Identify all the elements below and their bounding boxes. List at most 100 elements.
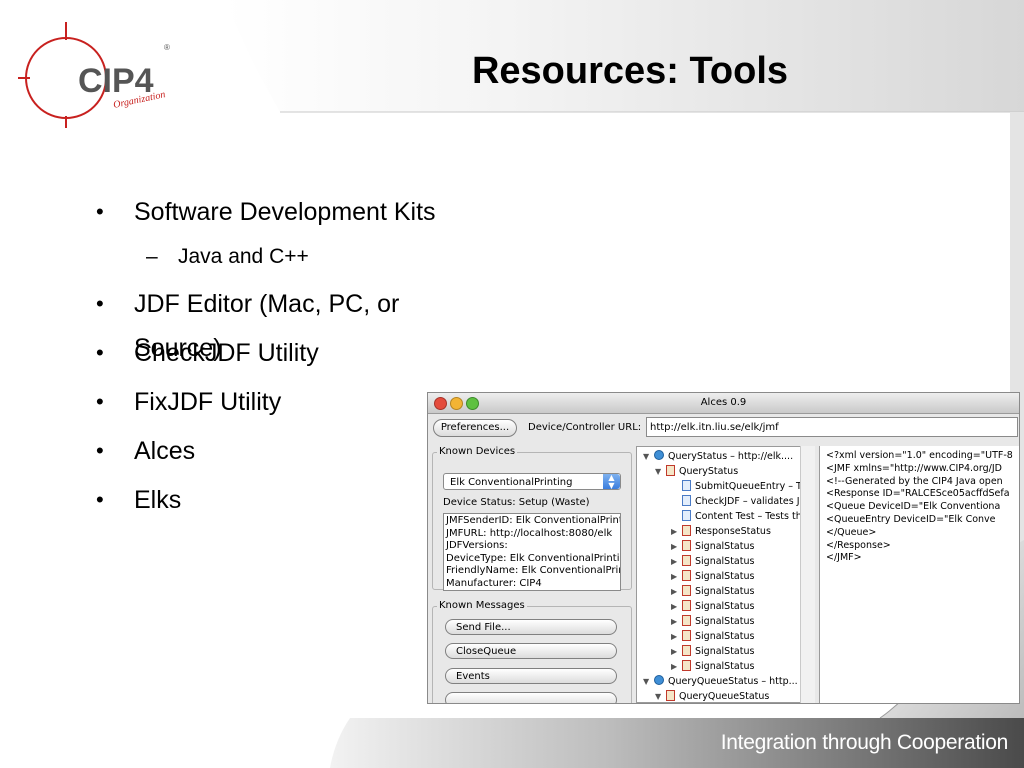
- message-doc-icon: [666, 465, 675, 476]
- tree-row-label: SignalStatus: [695, 541, 755, 552]
- preferences-button[interactable]: Preferences...: [433, 419, 517, 437]
- device-info-line: JMFSenderID: Elk ConventionalPrint: [446, 515, 621, 526]
- tree-row[interactable]: ▶ SignalStatus: [671, 584, 754, 599]
- globe-icon: [654, 675, 664, 685]
- xml-line: <Queue DeviceID="Elk Conventiona: [826, 501, 1001, 513]
- tree-row[interactable]: ▶ SignalStatus: [671, 629, 754, 644]
- disclosure-right-icon[interactable]: ▶: [671, 629, 682, 644]
- window-toolbar: Preferences... Device/Controller URL: ht…: [428, 414, 1019, 442]
- bullet-text: Software Development Kits: [134, 198, 436, 226]
- tree-row-label: SignalStatus: [695, 556, 755, 567]
- device-select-value: Elk ConventionalPrinting: [450, 477, 573, 488]
- tree-row[interactable]: ▶ SignalStatus: [671, 614, 754, 629]
- device-info-box[interactable]: JMFSenderID: Elk ConventionalPrint JMFUR…: [443, 513, 621, 591]
- tree-row[interactable]: CheckJDF – validates JI: [671, 494, 802, 509]
- bullet-symbol: •: [96, 438, 104, 463]
- bullet-symbol: •: [96, 487, 104, 512]
- close-queue-button[interactable]: CloseQueue: [445, 643, 617, 659]
- tree-row[interactable]: ▼ QueryStatus: [655, 464, 738, 479]
- disclosure-right-icon[interactable]: ▶: [671, 554, 682, 569]
- tree-row[interactable]: ▶ SignalStatus: [671, 539, 754, 554]
- tree-row[interactable]: ▶ ResponseStatus: [671, 524, 771, 539]
- tree-row[interactable]: ▶ SignalStatus: [671, 554, 754, 569]
- tree-row-label: CheckJDF – validates JI: [695, 496, 803, 507]
- checklist-icon: [682, 495, 691, 506]
- bullet-text: CheckJDF Utility: [134, 339, 319, 367]
- tree-row-label: SignalStatus: [695, 661, 755, 672]
- left-panel: Known Devices Elk ConventionalPrinting ▲…: [432, 446, 632, 703]
- tree-row[interactable]: Content Test – Tests th: [671, 509, 802, 524]
- tree-row[interactable]: ▼ QueryQueueStatus – http...: [643, 674, 798, 689]
- disclosure-right-icon[interactable]: ▶: [671, 584, 682, 599]
- tree-row[interactable]: ▼ QueryQueueStatus: [655, 689, 770, 702]
- disclosure-down-icon[interactable]: ▼: [655, 689, 666, 702]
- tree-row[interactable]: ▶ SignalStatus: [671, 599, 754, 614]
- bullet-symbol: •: [96, 291, 104, 316]
- xml-view[interactable]: <?xml version="1.0" encoding="UTF-8 <JMF…: [819, 446, 1019, 703]
- tree-row[interactable]: SubmitQueueEntry – Te: [671, 479, 806, 494]
- message-doc-icon: [682, 615, 691, 626]
- bullet-item: • FixJDF Utility: [96, 380, 456, 429]
- disclosure-right-icon[interactable]: ▶: [671, 599, 682, 614]
- bullet-symbol: •: [96, 199, 104, 224]
- disclosure-down-icon[interactable]: ▼: [643, 449, 654, 464]
- device-status: Device Status: Setup (Waste): [443, 497, 590, 508]
- disclosure-right-icon[interactable]: ▶: [671, 524, 682, 539]
- sub-bullet-symbol: –: [146, 245, 158, 268]
- message-doc-icon: [682, 525, 691, 536]
- tree-row-label: SignalStatus: [695, 631, 755, 642]
- tree-row[interactable]: ▶ SignalStatus: [671, 569, 754, 584]
- disclosure-down-icon[interactable]: ▼: [643, 674, 654, 689]
- xml-line: </Queue>: [826, 526, 877, 538]
- tree-row[interactable]: ▶ SignalStatus: [671, 644, 754, 659]
- bullet-item: • Elks: [96, 478, 456, 527]
- message-doc-icon: [682, 600, 691, 611]
- device-info-line: Manufacturer: CIP4: [446, 577, 542, 589]
- disclosure-right-icon[interactable]: ▶: [671, 614, 682, 629]
- tree-row-label: QueryStatus: [679, 466, 739, 477]
- send-file-button[interactable]: Send File...: [445, 619, 617, 635]
- xml-line: <Response ID="RALCESce05acffdSefa: [826, 488, 1010, 500]
- message-button[interactable]: [445, 692, 617, 703]
- tree-row[interactable]: ▶ SignalStatus: [671, 659, 754, 674]
- device-info-line: JMFURL: http://localhost:8080/elk: [446, 527, 613, 539]
- device-info-line: JDFVersions:: [446, 540, 508, 552]
- xml-line: </JMF>: [826, 552, 862, 564]
- tree-row[interactable]: ▼ QueryStatus – http://elk....: [643, 449, 793, 464]
- bullet-item: • Alces: [96, 429, 456, 478]
- device-info-line: FriendlyName: Elk ConventionalPrir: [446, 565, 621, 577]
- bullet-text: FixJDF Utility: [134, 388, 282, 416]
- disclosure-right-icon[interactable]: ▶: [671, 569, 682, 584]
- device-select[interactable]: Elk ConventionalPrinting ▲ ▼: [443, 473, 621, 490]
- device-info-line: DeviceType: Elk ConventionalPrinti: [446, 552, 620, 564]
- bullet-text: Elks: [134, 486, 182, 514]
- checklist-icon: [682, 480, 691, 491]
- slide-title: Resources: Tools: [471, 50, 789, 92]
- tree-row-label: SignalStatus: [695, 616, 755, 627]
- events-button[interactable]: Events: [445, 668, 617, 684]
- bullet-item: • Software Development Kits: [96, 190, 456, 239]
- tree-row-label: ResponseStatus: [695, 526, 771, 537]
- device-url-input[interactable]: http://elk.itn.liu.se/elk/jmf: [646, 417, 1018, 437]
- tree-row-label: QueryQueueStatus: [679, 691, 770, 702]
- url-label: Device/Controller URL:: [528, 422, 642, 433]
- disclosure-right-icon[interactable]: ▶: [671, 539, 682, 554]
- disclosure-down-icon[interactable]: ▼: [655, 464, 666, 479]
- message-doc-icon: [682, 645, 691, 656]
- message-tree[interactable]: ▼ QueryStatus – http://elk.... ▼ QueryStatu…: [636, 446, 814, 703]
- window-title: Alces 0.9: [700, 397, 747, 408]
- tree-row-label: SignalStatus: [695, 601, 755, 612]
- window-titlebar: Alces 0.9: [428, 393, 1019, 414]
- tree-row-label: QueryQueueStatus – http...: [668, 676, 798, 687]
- cip4-logo: CIP4 Organization ®: [18, 22, 170, 128]
- disclosure-right-icon[interactable]: ▶: [671, 644, 682, 659]
- tree-row-label: Content Test – Tests th: [695, 511, 802, 522]
- tree-scrollbar[interactable]: [800, 446, 815, 703]
- disclosure-right-icon[interactable]: ▶: [671, 659, 682, 674]
- bullet-symbol: •: [96, 389, 104, 414]
- checklist-icon: [682, 510, 691, 521]
- bullet-list: • Software Development Kits – Java and C…: [96, 190, 456, 527]
- tree-row-label: SignalStatus: [695, 646, 755, 657]
- updown-arrow-icon: ▲ ▼: [603, 474, 620, 490]
- footer-tagline: Integration through Cooperation: [720, 731, 1009, 754]
